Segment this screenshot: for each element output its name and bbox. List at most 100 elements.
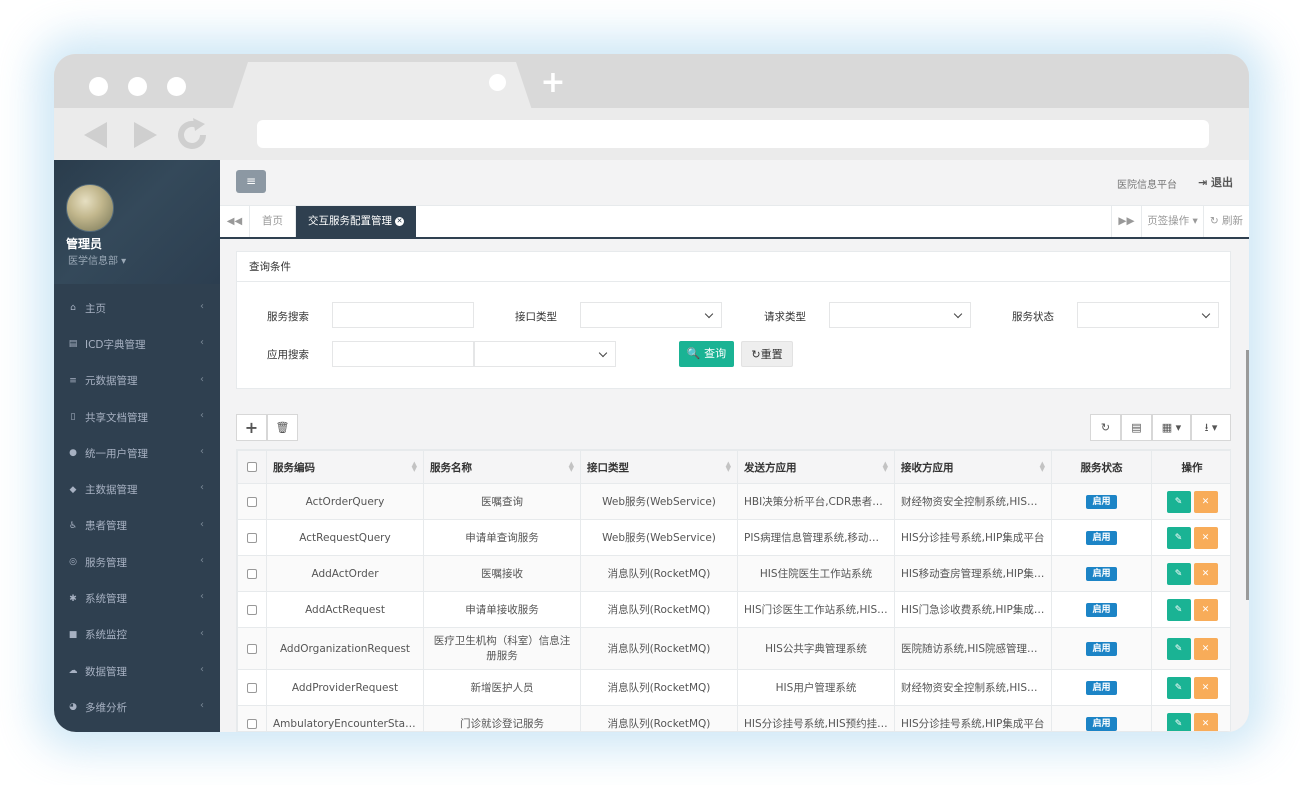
cell-actions: ✎ ✕ [1151, 483, 1230, 520]
status-badge: 启用 [1086, 602, 1117, 617]
window-minimize-dot[interactable] [128, 77, 147, 96]
delete-row-button[interactable]: ✕ [1193, 637, 1218, 660]
interface-type-select[interactable] [580, 302, 722, 328]
row-checkbox[interactable] [247, 643, 257, 654]
edit-button[interactable]: ✎ [1166, 562, 1191, 585]
delete-row-button[interactable]: ✕ [1193, 598, 1218, 621]
request-type-label: 请求类型 [764, 311, 806, 323]
table-row[interactable]: ActRequestQuery 申请单查询服务 Web服务(WebService) P… [237, 519, 1230, 556]
delete-button[interactable]: 🗑 [267, 414, 298, 441]
cloud-icon: ☁ [68, 666, 78, 677]
add-button[interactable]: + [236, 414, 267, 441]
refresh-tab-button[interactable]: ↻ 刷新 [1203, 206, 1249, 237]
window-maximize-dot[interactable] [167, 77, 186, 96]
sidebar-item[interactable]: ◎ 服务管理 ‹ [54, 544, 220, 580]
delete-row-button[interactable]: ✕ [1193, 712, 1218, 731]
col-header-status: 服务状态 [1051, 450, 1152, 484]
sidebar-item[interactable]: ✱ 系统管理 ‹ [54, 580, 220, 616]
back-arrow-icon[interactable] [81, 120, 111, 150]
menu-toggle-button[interactable]: ≡ [236, 170, 266, 193]
tabs-scroll-left-icon[interactable]: ◀◀ [220, 206, 250, 237]
reload-icon[interactable] [175, 118, 209, 152]
sidebar-item[interactable]: ◕ 多维分析 ‹ [54, 689, 220, 725]
sidebar-item[interactable]: ⌂ 主页 ‹ [54, 290, 220, 326]
edit-button[interactable]: ✎ [1166, 526, 1191, 549]
window-close-dot[interactable] [89, 77, 108, 96]
profile-dept-dropdown[interactable]: 医学信息部 ▾ [68, 252, 126, 267]
table-row[interactable]: AddActRequest 申请单接收服务 消息队列(RocketMQ) HIS门诊医… [237, 591, 1230, 628]
page-tab-ops-dropdown[interactable]: 页签操作 ▾ [1141, 206, 1203, 237]
col-header-receiver[interactable]: 接收方应用 ▲ ▼ [894, 450, 1052, 484]
sidebar-item[interactable]: ◆ 主数据管理 ‹ [54, 471, 220, 507]
sidebar-item-label: 患者管理 [85, 520, 127, 533]
cell-status: 启用 [1051, 591, 1152, 628]
edit-button[interactable]: ✎ [1166, 676, 1191, 699]
table-row[interactable]: AddProviderRequest 新增医护人员 消息队列(RocketMQ) HI… [237, 669, 1230, 706]
service-search-input[interactable] [332, 302, 474, 328]
tab-home[interactable]: 首页 [250, 206, 296, 237]
search-button[interactable]: 🔍 查询 [679, 341, 734, 367]
forward-arrow-icon[interactable] [130, 120, 160, 150]
sidebar-item[interactable]: ♿ 患者管理 ‹ [54, 508, 220, 544]
status-badge: 启用 [1086, 716, 1117, 731]
table-row[interactable]: AmbulatoryEncounterStarted 门诊就诊登记服务 消息队列(R… [237, 705, 1230, 731]
app-search-select[interactable] [474, 341, 616, 367]
col-header-itype[interactable]: 接口类型 ▲ ▼ [580, 450, 738, 484]
col-header-name[interactable]: 服务名称 ▲ ▼ [423, 450, 581, 484]
sidebar-item-label: 主数据管理 [85, 484, 138, 497]
sidebar-item[interactable]: ▯ 共享文档管理 ‹ [54, 399, 220, 435]
page-tabs-bar: ◀◀ 首页 交互服务配置管理 ✕ ▶▶ 页签操作 ▾ ↻ 刷新 [220, 206, 1249, 239]
sidebar-item[interactable]: ■ 系统监控 ‹ [54, 617, 220, 653]
edit-button[interactable]: ✎ [1166, 598, 1191, 621]
refresh-table-button[interactable]: ↻ [1090, 414, 1121, 441]
tabs-scroll-right-icon[interactable]: ▶▶ [1111, 206, 1141, 237]
sidebar-item[interactable]: ☁ 数据管理 ‹ [54, 653, 220, 689]
row-checkbox[interactable] [247, 568, 257, 579]
sidebar-item[interactable]: ● 统一用户管理 ‹ [54, 435, 220, 471]
table-row[interactable]: AddActOrder 医嘱接收 消息队列(RocketMQ) HIS住院医生工作站系… [237, 555, 1230, 592]
browser-tab-close-icon[interactable] [489, 74, 506, 91]
columns-dropdown-button[interactable]: ▦ ▾ [1152, 414, 1191, 441]
service-status-select[interactable] [1077, 302, 1219, 328]
tab-close-icon[interactable]: ✕ [395, 217, 404, 226]
user-icon: ● [69, 448, 77, 459]
app-search-input[interactable] [332, 341, 474, 367]
edit-button[interactable]: ✎ [1166, 490, 1191, 513]
address-bar[interactable] [257, 120, 1209, 148]
delete-row-button[interactable]: ✕ [1193, 526, 1218, 549]
col-header-sender[interactable]: 发送方应用 ▲ ▼ [737, 450, 895, 484]
delete-row-button[interactable]: ✕ [1193, 676, 1218, 699]
row-checkbox[interactable] [247, 682, 257, 693]
edit-button[interactable]: ✎ [1166, 637, 1191, 660]
request-type-select[interactable] [829, 302, 971, 328]
page-scrollbar[interactable] [1246, 350, 1249, 600]
sidebar-item[interactable]: ≡ 元数据管理 ‹ [54, 363, 220, 399]
tab-active[interactable]: 交互服务配置管理 ✕ [296, 206, 416, 237]
table-row[interactable]: AddOrganizationRequest 医疗卫生机构（科室）信息注册服务 消息… [237, 627, 1230, 670]
row-checkbox[interactable] [247, 718, 257, 729]
browser-tab[interactable] [232, 62, 532, 110]
delete-row-button[interactable]: ✕ [1193, 562, 1218, 585]
select-all-checkbox[interactable] [247, 462, 257, 472]
avatar[interactable] [66, 184, 114, 232]
reset-button[interactable]: ↻重置 [741, 341, 793, 367]
export-dropdown-button[interactable]: ⭳ ▾ [1191, 414, 1231, 441]
chevron-left-icon: ‹ [200, 482, 204, 494]
logout-link[interactable]: ⇥ 退出 [1198, 174, 1233, 190]
platform-link[interactable]: 医院信息平台 [1117, 176, 1177, 191]
new-tab-icon[interactable]: + [540, 68, 566, 98]
toggle-view-button[interactable]: ▤ [1121, 414, 1152, 441]
wheelchair-icon: ♿ [68, 520, 78, 531]
table-row[interactable]: ActOrderQuery 医嘱查询 Web服务(WebService) HBI决策分… [237, 483, 1230, 520]
cell-name: 医嘱接收 [423, 555, 581, 592]
sidebar-item[interactable]: ▤ ICD字典管理 ‹ [54, 326, 220, 362]
chevron-left-icon: ‹ [200, 373, 204, 385]
row-checkbox[interactable] [247, 496, 257, 507]
edit-button[interactable]: ✎ [1166, 712, 1191, 731]
row-checkbox[interactable] [247, 604, 257, 615]
col-header-code[interactable]: 服务编码 ▲ ▼ [266, 450, 424, 484]
interface-type-label: 接口类型 [515, 311, 557, 323]
row-checkbox[interactable] [247, 532, 257, 543]
cell-receiver: 财经物资安全控制系统,HIS院感管理 [894, 483, 1052, 520]
delete-row-button[interactable]: ✕ [1193, 490, 1218, 513]
